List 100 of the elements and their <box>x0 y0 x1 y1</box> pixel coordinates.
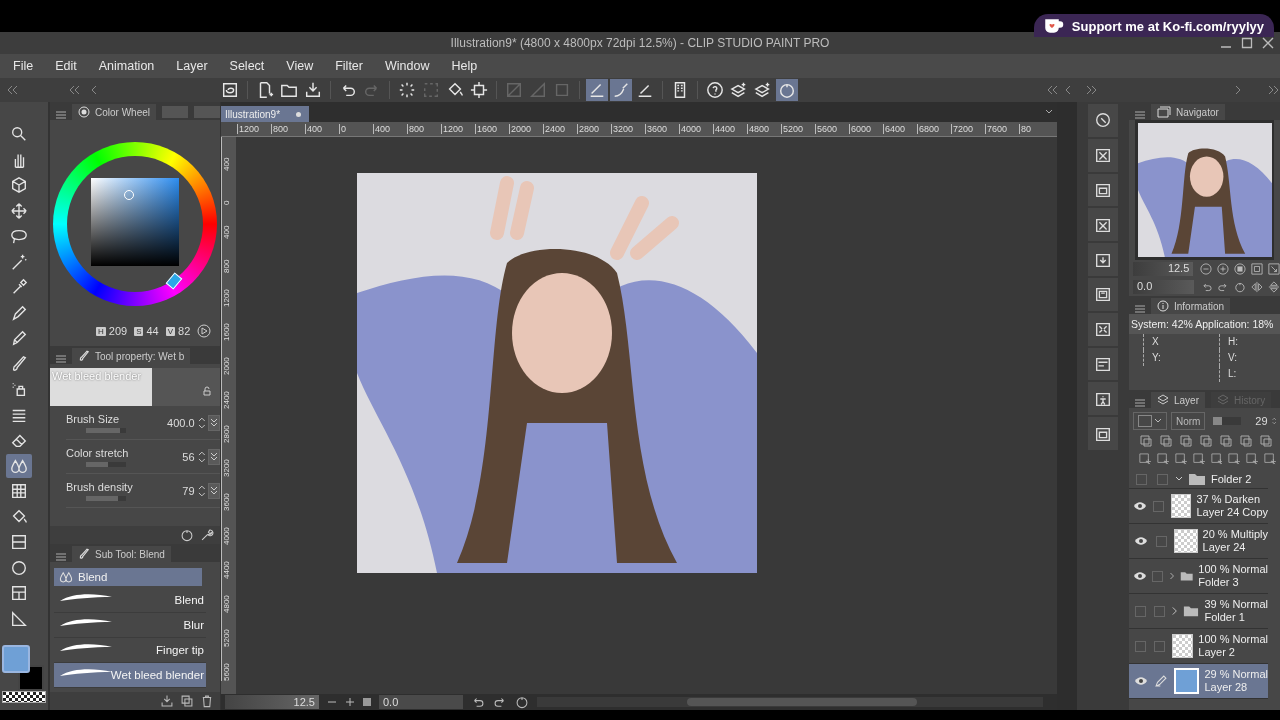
figure-icon[interactable] <box>1088 382 1118 416</box>
spinner-icon[interactable] <box>197 484 206 497</box>
layer-action-icon[interactable] <box>1228 452 1241 466</box>
panel-tab[interactable]: Color Wheel <box>72 104 157 120</box>
panel-tab[interactable]: Tool property: Wet b <box>72 348 191 364</box>
trash-icon[interactable] <box>200 694 214 708</box>
zoom-field[interactable]: 12.5 <box>1133 262 1194 276</box>
eye-icon[interactable] <box>1133 676 1148 686</box>
edit-toggle[interactable] <box>1152 570 1164 582</box>
layer-option-icon[interactable] <box>1239 434 1253 448</box>
saturation-value-square[interactable] <box>91 178 179 266</box>
sub-tool-item[interactable]: Blend <box>54 588 206 613</box>
eye-icon[interactable] <box>1133 501 1147 511</box>
close-box-icon[interactable] <box>1088 208 1118 242</box>
sub-tool-item[interactable]: Blur <box>54 613 206 638</box>
chevron-down-icon[interactable] <box>1045 109 1053 115</box>
layer-row[interactable]: 29 % Normal Layer 28 <box>1129 664 1268 699</box>
transparent-swatch[interactable] <box>2 691 46 703</box>
rotate-left-icon[interactable] <box>471 695 485 709</box>
menu-item[interactable]: Filter <box>324 59 374 73</box>
menu-item[interactable]: File <box>0 59 45 73</box>
layer-action-icon[interactable] <box>1192 452 1205 466</box>
reset-icon[interactable] <box>1234 280 1247 294</box>
layer-row[interactable]: 20 % Multiply Layer 24 <box>1129 524 1268 559</box>
spinner-icon[interactable] <box>1271 415 1276 427</box>
edit-toggle[interactable] <box>1153 500 1165 512</box>
layer-row[interactable]: 37 % Darken Layer 24 Copy <box>1129 489 1268 524</box>
spinner-icon[interactable] <box>197 416 206 429</box>
shrink-icon[interactable] <box>1088 312 1118 346</box>
visibility-toggle[interactable] <box>1134 640 1146 652</box>
rotate-right-icon[interactable] <box>493 695 507 709</box>
blend-mode-dropdown[interactable]: Norm <box>1171 412 1206 430</box>
layer-action-icon[interactable] <box>1156 452 1169 466</box>
menu-item[interactable]: Help <box>440 59 489 73</box>
menu-item[interactable]: Animation <box>87 59 166 73</box>
layer-color-dropdown[interactable] <box>1133 412 1167 430</box>
layer-option-icon[interactable] <box>1179 434 1193 448</box>
double-chevron-icon[interactable] <box>1086 85 1098 95</box>
zoom-out-icon[interactable] <box>1200 262 1213 276</box>
sub-tool-item[interactable]: Wet bleed blender <box>54 663 206 688</box>
parameter-slider[interactable] <box>86 427 126 433</box>
chevron-icon[interactable] <box>90 85 98 95</box>
layer-row[interactable]: Folder 2 <box>1129 470 1268 489</box>
save-icon[interactable] <box>1088 417 1118 450</box>
zoom-icon[interactable] <box>1088 104 1118 137</box>
flip-horizontal-icon[interactable] <box>1251 280 1264 294</box>
sub-tool-group[interactable]: Blend <box>54 568 202 586</box>
fit-icon[interactable] <box>1251 262 1264 276</box>
layer-action-icon[interactable] <box>1174 452 1187 466</box>
duplicate-icon[interactable] <box>180 694 194 708</box>
support-banner[interactable]: Support me at Ko-fi.com/ryylyy <box>1033 14 1274 37</box>
layer-action-icon[interactable] <box>1139 452 1151 466</box>
layer-option-icon[interactable] <box>1159 434 1173 448</box>
dropdown-button[interactable] <box>208 448 220 465</box>
dial-icon[interactable] <box>180 528 194 542</box>
menu-item[interactable]: View <box>275 59 325 73</box>
parameter-slider[interactable] <box>86 461 126 467</box>
parameter-value[interactable]: 79 <box>152 484 195 497</box>
pen-icon[interactable] <box>1154 674 1169 688</box>
opacity-slider[interactable] <box>1213 417 1242 425</box>
edit-toggle[interactable] <box>1153 605 1165 617</box>
download-icon[interactable] <box>160 694 174 708</box>
layout-icon[interactable] <box>1088 278 1118 311</box>
layer-row[interactable]: 39 % Normal Folder 1 <box>1129 594 1268 629</box>
parameter-value[interactable]: 56 <box>152 450 195 463</box>
panel-icon[interactable] <box>1088 347 1118 381</box>
panel-tab[interactable]: Navigator <box>1151 104 1225 120</box>
plus-icon[interactable] <box>345 697 355 707</box>
folder-x-icon[interactable] <box>1088 138 1118 172</box>
angle-field[interactable]: 0.0 <box>1133 280 1194 294</box>
stop-icon[interactable] <box>1234 262 1247 276</box>
main-color-swatch[interactable] <box>2 645 30 673</box>
chevron-icon[interactable] <box>1171 606 1179 616</box>
edit-toggle[interactable] <box>1156 473 1168 485</box>
menu-item[interactable]: Window <box>374 59 441 73</box>
visibility-toggle[interactable] <box>1134 605 1146 617</box>
visibility-toggle[interactable] <box>1135 473 1147 485</box>
chevron-icon[interactable] <box>1234 85 1242 95</box>
reset-icon[interactable] <box>515 695 529 709</box>
double-chevron-icon[interactable] <box>6 85 18 95</box>
expand-icon[interactable] <box>1268 262 1280 276</box>
layer-option-icon[interactable] <box>1219 434 1233 448</box>
angle-field[interactable]: 0.0 <box>379 695 463 709</box>
menu-item[interactable]: Select <box>218 59 276 73</box>
play-icon[interactable] <box>197 324 212 338</box>
parameter-value[interactable]: 400.0 <box>152 416 195 429</box>
dropdown-button[interactable] <box>208 414 220 431</box>
eye-icon[interactable] <box>1133 536 1148 546</box>
panel-tab[interactable]: Sub Tool: Blend <box>72 546 171 562</box>
parameter-slider[interactable] <box>86 495 126 501</box>
layer-action-icon[interactable] <box>1246 452 1259 466</box>
save-icon[interactable] <box>1088 173 1118 207</box>
double-chevron-icon[interactable] <box>1046 85 1058 95</box>
layer-action-icon[interactable] <box>1210 452 1223 466</box>
wrench-icon[interactable] <box>200 528 214 542</box>
menu-item[interactable]: Layer <box>165 59 219 73</box>
opacity-value[interactable]: 29 <box>1255 415 1268 427</box>
lock-icon[interactable] <box>202 386 212 396</box>
panel-tab[interactable]: Information <box>1151 298 1231 314</box>
edit-toggle[interactable] <box>1155 535 1167 547</box>
